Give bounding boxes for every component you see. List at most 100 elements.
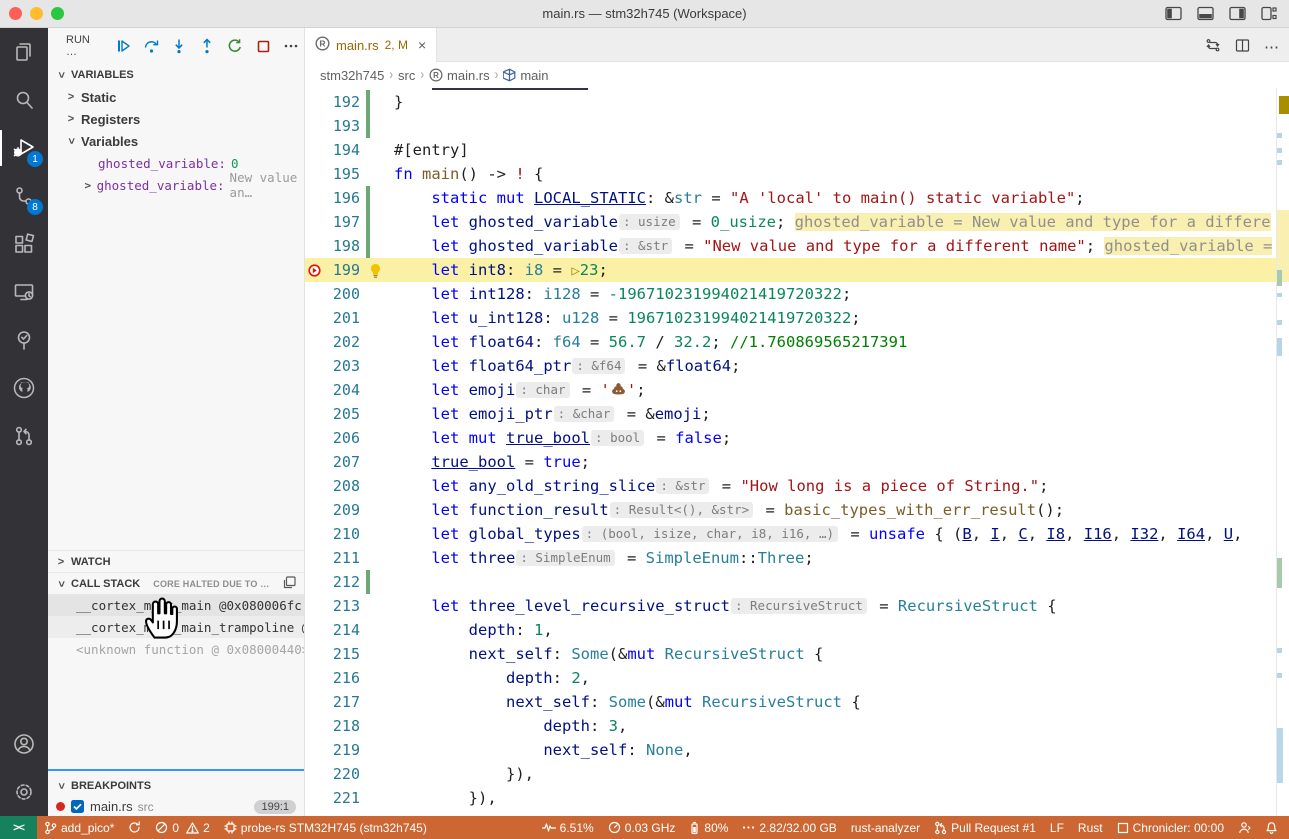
breakpoint-checkbox[interactable] (70, 799, 85, 814)
breakpoints-section-header[interactable]: > BREAKPOINTS (48, 775, 304, 797)
activity-bar-item-github[interactable] (0, 364, 48, 412)
status-item-language-mode[interactable]: Rust (1071, 816, 1110, 839)
call-stack-frame[interactable]: __cortex_m_rt_main @0x080006fc (48, 594, 304, 616)
restart-button[interactable] (226, 37, 244, 55)
code-area[interactable]: 192}193194#[entry]195fn main() -> ! {196… (305, 88, 1289, 816)
activity-bar-item-settings[interactable] (0, 768, 48, 816)
code-line-203[interactable]: 203 let float64_ptr: &f64 = &float64; (305, 354, 1289, 378)
activity-bar-item-remote-explorer[interactable] (0, 268, 48, 316)
breadcrumb-item-main[interactable]: main (503, 68, 548, 83)
code-line-217[interactable]: 217 next_self: Some(&mut RecursiveStruct… (305, 690, 1289, 714)
status-item-rust-analyzer[interactable]: rust-analyzer (844, 816, 927, 839)
status-item-sync[interactable] (121, 816, 148, 839)
status-item-memory[interactable]: 2.82/32.00 GB (735, 816, 843, 839)
code-line-205[interactable]: 205 let emoji_ptr: &char = &emoji; (305, 402, 1289, 426)
breakpoint-row[interactable]: main.rs src 199:1 (48, 797, 304, 816)
tab-close-icon[interactable]: × (418, 38, 426, 52)
activity-bar-item-testing[interactable] (0, 316, 48, 364)
lightbulb-icon[interactable] (369, 263, 382, 283)
code-line-204[interactable]: 204 let emoji: char = ''; (305, 378, 1289, 402)
section-focus-border[interactable] (48, 769, 305, 771)
overview-ruler[interactable] (1276, 88, 1289, 816)
step-out-button[interactable] (198, 37, 216, 55)
breadcrumb-item-main-rs[interactable]: Rmain.rs (429, 68, 490, 83)
status-item-chronicler[interactable]: Chronicler: 00:00 (1110, 816, 1231, 839)
collapse-all-icon[interactable] (283, 576, 296, 592)
code-line-197[interactable]: 197 let ghosted_variable: usize = 0_usiz… (305, 210, 1289, 234)
activity-bar-item-extensions[interactable] (0, 220, 48, 268)
call-stack-frame[interactable]: <unknown function @ 0x08000440> @0 (48, 638, 304, 660)
more-actions-icon[interactable]: ⋯ (1264, 43, 1279, 53)
code-line-195[interactable]: 195fn main() -> ! { (305, 162, 1289, 186)
activity-bar-item-run-and-debug[interactable]: 1 (0, 124, 48, 172)
step-into-button[interactable] (170, 37, 188, 55)
code-line-218[interactable]: 218 depth: 3, (305, 714, 1289, 738)
code-line-221[interactable]: 221 }), (305, 786, 1289, 810)
code-line-207[interactable]: 207 true_bool = true; (305, 450, 1289, 474)
run-config-dropdown[interactable]: RUN … (66, 34, 103, 58)
code-line-214[interactable]: 214 depth: 1, (305, 618, 1289, 642)
watch-section-header[interactable]: > WATCH (48, 550, 304, 572)
step-over-button[interactable] (142, 37, 160, 55)
status-item-battery[interactable]: 80% (682, 816, 735, 839)
more-button[interactable] (282, 37, 300, 55)
status-item-git-branch[interactable]: add_pico* (37, 816, 121, 839)
code-line-194[interactable]: 194#[entry] (305, 138, 1289, 162)
code-line-202[interactable]: 202 let float64: f64 = 56.7 / 32.2; //1.… (305, 330, 1289, 354)
status-item-pull-request[interactable]: Pull Request #1 (927, 816, 1043, 839)
breakpoint-current-icon[interactable] (305, 263, 324, 278)
code-line-206[interactable]: 206 let mut true_bool: bool = false; (305, 426, 1289, 450)
variables-group-variables[interactable]: >Variables (48, 130, 304, 152)
activity-bar-item-accounts[interactable] (0, 720, 48, 768)
code-line-196[interactable]: 196 static mut LOCAL_STATIC: &str = "A '… (305, 186, 1289, 210)
variables-group-registers[interactable]: >Registers (48, 108, 304, 130)
status-item-eol[interactable]: LF (1043, 816, 1071, 839)
code-line-215[interactable]: 215 next_self: Some(&mut RecursiveStruct… (305, 642, 1289, 666)
status-item-cpu-freq[interactable]: 0.03 GHz (601, 816, 683, 839)
variables-group-static[interactable]: >Static (48, 86, 304, 108)
status-item-cpu-usage[interactable]: 6.51% (535, 816, 601, 839)
variable-row[interactable]: >ghosted_variable:New value an… (48, 174, 304, 196)
code-line-220[interactable]: 220 }), (305, 762, 1289, 786)
toggle-right-sidebar-icon[interactable] (1229, 6, 1246, 21)
breadcrumb: stm32h745›src›Rmain.rs›main (305, 62, 1289, 88)
status-item-feedback[interactable] (1231, 816, 1258, 839)
toggle-left-sidebar-icon[interactable] (1165, 6, 1182, 21)
activity-bar-item-explorer[interactable] (0, 28, 48, 76)
line-number: 195 (324, 165, 360, 183)
call-stack-frame[interactable]: __cortex_m_rt_main_trampoline @0x0 (48, 616, 304, 638)
customize-layout-icon[interactable] (1261, 6, 1277, 21)
call-stack-section-header[interactable]: > CALL STACK CORE HALTED DUE TO … (48, 572, 304, 594)
activity-bar-item-pull-requests[interactable] (0, 412, 48, 460)
status-item-debug-target[interactable]: probe-rs STM32H745 (stm32h745) (217, 816, 434, 839)
toggle-panel-icon[interactable] (1197, 6, 1214, 21)
code-line-219[interactable]: 219 next_self: None, (305, 738, 1289, 762)
code-line-213[interactable]: 213 let three_level_recursive_struct: Re… (305, 594, 1289, 618)
code-line-210[interactable]: 210 let global_types: (bool, isize, char… (305, 522, 1289, 546)
split-editor-icon[interactable] (1235, 38, 1250, 58)
variables-section-header[interactable]: > VARIABLES (48, 64, 304, 86)
activity-bar-item-search[interactable] (0, 76, 48, 124)
breadcrumb-item-stm32h745[interactable]: stm32h745 (320, 68, 384, 83)
continue-button[interactable] (114, 37, 132, 55)
code-line-200[interactable]: 200 let int128: i128 = -1967102319940214… (305, 282, 1289, 306)
code-line-209[interactable]: 209 let function_result: Result<(), &str… (305, 498, 1289, 522)
tab-main-rs[interactable]: R main.rs 2, M × (305, 28, 437, 62)
remote-indicator[interactable]: >< (0, 816, 37, 839)
code-line-216[interactable]: 216 depth: 2, (305, 666, 1289, 690)
code-line-193[interactable]: 193 (305, 114, 1289, 138)
stop-button[interactable] (254, 37, 272, 55)
line-content: let emoji: char = ''; (370, 378, 646, 402)
breadcrumb-item-src[interactable]: src (398, 68, 415, 83)
code-line-212[interactable]: 212 (305, 570, 1289, 594)
code-line-198[interactable]: 198 let ghosted_variable: &str = "New va… (305, 234, 1289, 258)
status-item-notifications[interactable] (1258, 816, 1285, 839)
activity-bar-item-source-control-graph[interactable]: 8 (0, 172, 48, 220)
open-changes-icon[interactable] (1205, 37, 1221, 58)
code-line-192[interactable]: 192} (305, 90, 1289, 114)
code-line-211[interactable]: 211 let three: SimpleEnum = SimpleEnum::… (305, 546, 1289, 570)
code-line-201[interactable]: 201 let u_int128: u128 = 196710231994021… (305, 306, 1289, 330)
code-line-208[interactable]: 208 let any_old_string_slice: &str = "Ho… (305, 474, 1289, 498)
code-line-199[interactable]: 199 let int8: i8 = ▷23; (305, 258, 1289, 282)
status-item-problems[interactable]: 02 (148, 816, 216, 839)
